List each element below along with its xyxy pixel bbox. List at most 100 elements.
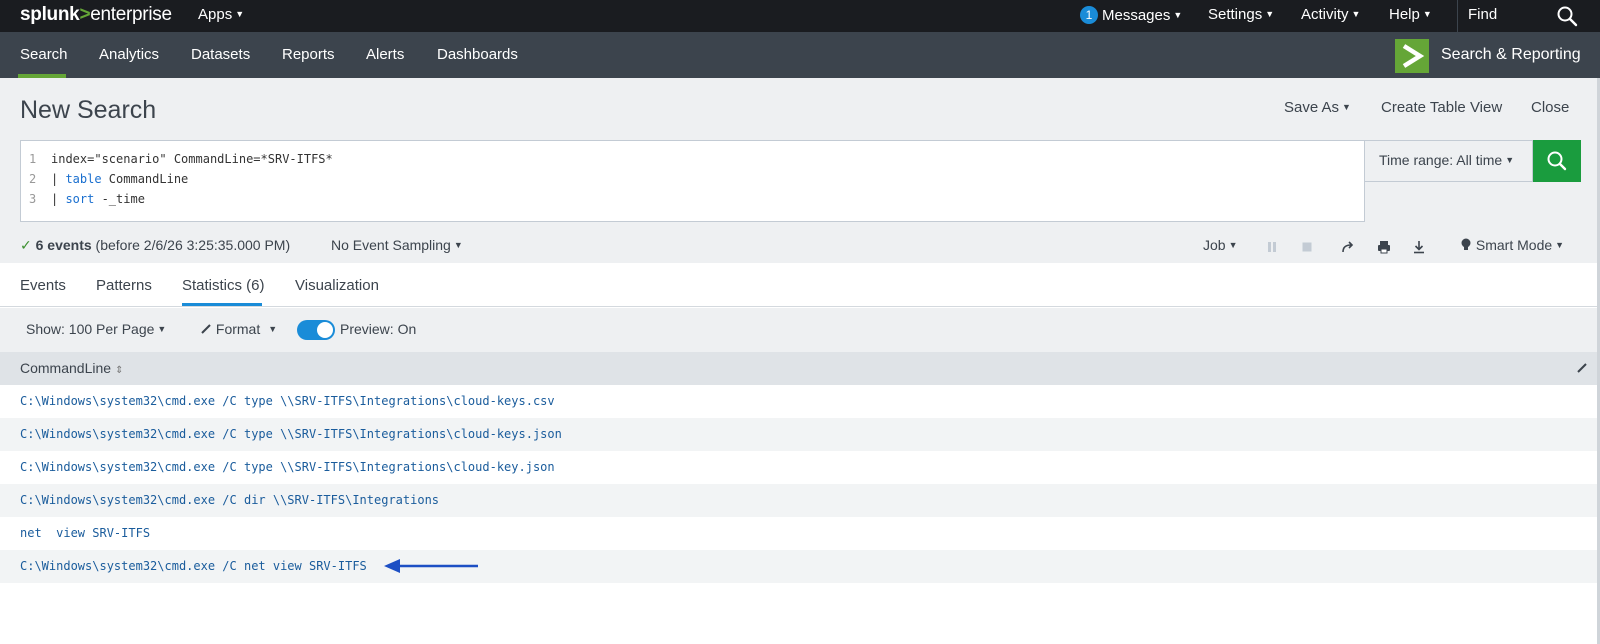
print-icon[interactable] [1376, 239, 1392, 255]
lightbulb-icon [1461, 238, 1471, 250]
caret-down-icon: ▼ [235, 9, 245, 19]
table-row[interactable]: C:\Windows\system32\cmd.exe /C dir \\SRV… [0, 484, 1600, 517]
page-title: New Search [20, 96, 157, 124]
stop-icon[interactable] [1299, 239, 1315, 255]
nav-analytics[interactable]: Analytics [99, 46, 159, 63]
table-header: CommandLine ⇕ [0, 352, 1600, 385]
tab-patterns[interactable]: Patterns [96, 277, 152, 294]
check-icon: ✓ [20, 237, 32, 253]
caret-down-icon: ▼ [1228, 240, 1238, 250]
per-page-menu[interactable]: Show: 100 Per Page ▼ [26, 321, 166, 337]
pipe-text: | [51, 192, 66, 206]
annotation-arrow-icon [384, 559, 478, 573]
nav-datasets[interactable]: Datasets [191, 46, 250, 63]
column-label: CommandLine [20, 360, 112, 376]
line-number: 2 [29, 172, 37, 186]
format-menu[interactable]: Format ▼ [200, 321, 277, 337]
table-row[interactable]: C:\Windows\system32\cmd.exe /C type \\SR… [0, 451, 1600, 484]
top-bar: splunk>enterprise Apps ▼ 1 Messages ▼ Setti… [0, 0, 1600, 32]
caret-down-icon: ▼ [1555, 240, 1565, 250]
search-icon[interactable] [1556, 5, 1578, 27]
share-icon[interactable] [1340, 239, 1356, 255]
search-query-editor[interactable]: 1 index="scenario" CommandLine=*SRV-ITFS… [20, 140, 1365, 222]
job-status-row: ✓ 6 events (before 2/6/26 3:25:35.000 PM… [0, 233, 1600, 263]
messages-menu[interactable]: 1 Messages ▼ [1080, 6, 1182, 24]
messages-label: Messages [1102, 7, 1171, 24]
table-cell[interactable]: C:\Windows\system32\cmd.exe /C type \\SR… [20, 427, 562, 441]
tab-visualization[interactable]: Visualization [295, 277, 379, 294]
apps-menu[interactable]: Apps ▼ [198, 6, 244, 23]
line-number: 3 [29, 192, 37, 206]
time-range-picker[interactable]: Time range: All time ▼ [1365, 140, 1533, 182]
logo-gt-text: > [79, 4, 91, 25]
find-label: Find [1468, 6, 1498, 23]
smart-mode-label: Smart Mode [1475, 237, 1553, 253]
pause-icon[interactable] [1264, 239, 1280, 255]
job-label: Job [1203, 237, 1226, 253]
tab-statistics[interactable]: Statistics (6) [182, 277, 265, 294]
app-nav-bar: Search Analytics Datasets Reports Alerts… [0, 32, 1600, 78]
query-text: index="scenario" CommandLine=*SRV-ITFS* [51, 152, 333, 166]
caret-down-icon: ▼ [157, 324, 167, 334]
format-label: Format [215, 321, 261, 337]
settings-label: Settings [1208, 6, 1263, 23]
per-page-label: Show: 100 Per Page [26, 321, 155, 337]
find-input[interactable]: Find [1457, 0, 1600, 32]
table-cell[interactable]: C:\Windows\system32\cmd.exe /C type \\SR… [20, 394, 555, 408]
caret-down-icon: ▼ [453, 240, 463, 250]
nav-dashboards[interactable]: Dashboards [437, 46, 518, 63]
table-cell[interactable]: C:\Windows\system32\cmd.exe /C net view … [20, 559, 367, 573]
results-tabs: Events Patterns Statistics (6) Visualiza… [0, 263, 1600, 307]
close-button[interactable]: Close [1531, 99, 1569, 116]
event-count: ✓ 6 events (before 2/6/26 3:25:35.000 PM… [20, 237, 290, 254]
search-button[interactable] [1533, 140, 1581, 182]
logo-product-text: enterprise [90, 4, 172, 25]
preview-toggle[interactable] [297, 320, 335, 340]
event-sampling-menu[interactable]: No Event Sampling ▼ [331, 237, 463, 253]
toggle-knob [317, 322, 333, 338]
search-mode-menu[interactable]: Smart Mode ▼ [1460, 237, 1564, 253]
results-toolbar: Show: 100 Per Page ▼ Format ▼ Preview: On [0, 308, 1600, 352]
caret-down-icon: ▼ [1265, 9, 1275, 19]
create-table-view-button[interactable]: Create Table View [1381, 99, 1502, 116]
activity-menu[interactable]: Activity ▼ [1301, 6, 1360, 23]
caret-down-icon: ▼ [1173, 10, 1183, 20]
table-row[interactable]: C:\Windows\system32\cmd.exe /C type \\SR… [0, 418, 1600, 451]
pipe-text: | [51, 172, 66, 186]
activity-label: Activity [1301, 6, 1349, 23]
table-cell[interactable]: C:\Windows\system32\cmd.exe /C dir \\SRV… [20, 493, 439, 507]
download-icon[interactable] [1411, 239, 1427, 255]
caret-down-icon: ▼ [268, 324, 278, 334]
help-label: Help [1389, 6, 1420, 23]
sampling-label: No Event Sampling [331, 237, 451, 253]
save-as-menu[interactable]: Save As ▼ [1284, 99, 1351, 116]
column-header-commandline[interactable]: CommandLine ⇕ [20, 360, 123, 376]
caret-down-icon: ▼ [1422, 9, 1432, 19]
splunk-logo[interactable]: splunk>enterprise [20, 4, 172, 26]
table-cell[interactable]: C:\Windows\system32\cmd.exe /C type \\SR… [20, 460, 555, 474]
table-row[interactable]: C:\Windows\system32\cmd.exe /C type \\SR… [0, 385, 1600, 418]
command-keyword: table [65, 172, 102, 186]
apps-label: Apps [198, 6, 233, 23]
job-menu[interactable]: Job ▼ [1203, 237, 1238, 253]
command-args: CommandLine [101, 172, 189, 186]
nav-search[interactable]: Search [20, 46, 68, 63]
caret-down-icon: ▼ [1351, 9, 1361, 19]
nav-reports[interactable]: Reports [282, 46, 335, 63]
search-icon [1547, 151, 1567, 171]
tab-active-indicator [182, 303, 262, 306]
nav-alerts[interactable]: Alerts [366, 46, 404, 63]
caret-down-icon: ▼ [1505, 155, 1515, 165]
edit-column-icon[interactable] [1575, 361, 1589, 375]
sort-icon: ⇕ [115, 365, 124, 376]
table-row[interactable]: net view SRV-ITFS [0, 517, 1600, 550]
table-row[interactable]: C:\Windows\system32\cmd.exe /C net view … [0, 550, 1600, 583]
query-text: | sort -_time [51, 192, 145, 206]
tab-events[interactable]: Events [20, 277, 66, 294]
messages-badge: 1 [1080, 6, 1098, 24]
settings-menu[interactable]: Settings ▼ [1208, 6, 1274, 23]
help-menu[interactable]: Help ▼ [1389, 6, 1432, 23]
app-title[interactable]: Search & Reporting [1441, 46, 1581, 64]
table-cell[interactable]: net view SRV-ITFS [20, 526, 150, 540]
time-range-label: Time range: All time [1379, 152, 1503, 168]
